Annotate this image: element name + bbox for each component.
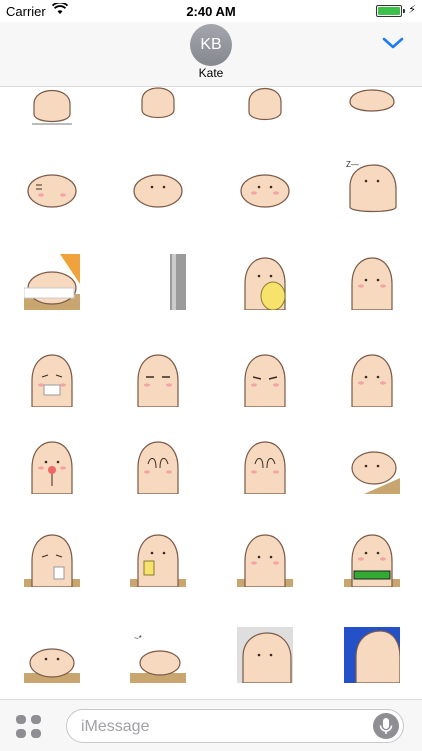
sticker-potato-spotlight-dark[interactable] <box>237 627 293 683</box>
sticker-image <box>351 451 400 494</box>
sticker-potato-at-desk-blush[interactable] <box>237 531 293 587</box>
sticker-potato-at-table-cup[interactable] <box>24 531 80 587</box>
sticker-potato-annoyed[interactable] <box>130 351 186 407</box>
sticker-grid: Z— ~* <box>0 87 422 699</box>
sticker-potato-sideways-look[interactable] <box>344 254 400 310</box>
imessage-placeholder: iMessage <box>81 718 150 735</box>
sticker-image <box>244 354 286 407</box>
sticker-image <box>351 257 393 310</box>
sticker-potato-eating-sushi[interactable] <box>344 531 400 587</box>
sticker-image <box>244 257 286 310</box>
sticker-image <box>24 534 80 587</box>
sticker-image <box>24 254 80 310</box>
app-drawer-dot <box>16 729 26 738</box>
sticker-image <box>31 441 73 494</box>
sticker-potato-pose-3[interactable] <box>237 87 293 140</box>
sticker-image <box>27 174 77 208</box>
battery-nub <box>403 9 405 13</box>
sticker-potato-crying[interactable] <box>24 351 80 407</box>
contact-name[interactable]: Kate <box>0 66 422 80</box>
sticker-image <box>349 89 395 112</box>
sticker-potato-hands-on-face[interactable] <box>237 438 293 494</box>
message-bar: iMessage <box>0 699 422 751</box>
sticker-potato-drinking-cup[interactable] <box>130 531 186 587</box>
svg-text:Z—: Z— <box>346 160 359 169</box>
sticker-potato-lying-side[interactable] <box>130 157 186 213</box>
sticker-potato-lying-blush[interactable] <box>237 157 293 213</box>
sticker-potato-covering-face[interactable] <box>130 438 186 494</box>
charging-bolt-icon: ⚡ <box>408 4 416 16</box>
sticker-potato-behind-grey-wall[interactable] <box>130 254 186 310</box>
microphone-icon[interactable] <box>373 713 399 739</box>
sticker-image <box>240 174 290 208</box>
avatar[interactable]: KB <box>190 24 232 66</box>
sticker-potato-lying-on-table[interactable] <box>344 438 400 494</box>
app-drawer-dot <box>31 715 41 724</box>
sticker-potato-pose-4[interactable] <box>344 87 400 140</box>
sticker-image <box>130 534 186 587</box>
sticker-potato-neutral[interactable] <box>344 351 400 407</box>
sticker-image <box>344 627 400 683</box>
sticker-image <box>237 534 293 587</box>
sticker-potato-blue-night[interactable] <box>344 627 400 683</box>
sticker-potato-pose-1[interactable] <box>24 87 80 140</box>
sticker-image: Z— <box>346 160 397 213</box>
battery-fill <box>378 7 400 15</box>
imessage-input[interactable]: iMessage <box>66 709 404 743</box>
status-bar: Carrier 2:40 AM ⚡ <box>0 0 422 22</box>
sticker-potato-pose-2[interactable] <box>130 87 186 140</box>
conversation-header: KB Kate <box>0 22 422 87</box>
clock-label: 2:40 AM <box>186 4 236 19</box>
sticker-image <box>24 648 80 683</box>
sticker-potato-sleeping-face[interactable] <box>24 157 80 213</box>
sticker-image <box>248 88 282 121</box>
sticker-image <box>141 87 175 119</box>
sticker-image <box>31 354 73 407</box>
sticker-potato-snoring-zzz[interactable]: Z— <box>344 157 400 213</box>
sticker-image: ~* <box>130 634 186 683</box>
sticker-potato-lying-flat[interactable] <box>24 627 80 683</box>
sticker-image <box>137 354 179 407</box>
battery-icon <box>376 5 405 17</box>
app-drawer-dot <box>16 715 26 724</box>
sticker-potato-in-bed-orange-blanket[interactable] <box>24 254 80 310</box>
sticker-image <box>170 254 186 310</box>
sticker-potato-with-lollipop[interactable] <box>24 438 80 494</box>
app-drawer-dot <box>31 729 41 738</box>
sticker-image <box>344 534 400 587</box>
sticker-image <box>137 441 179 494</box>
sticker-image <box>32 90 72 125</box>
sticker-image <box>244 441 286 494</box>
sticker-image <box>133 174 183 208</box>
sticker-potato-with-yellow-chick[interactable] <box>237 254 293 310</box>
chevron-down-icon[interactable] <box>382 36 404 50</box>
sticker-potato-frowning[interactable] <box>237 351 293 407</box>
app-drawer-icon[interactable] <box>16 715 42 739</box>
sticker-image <box>237 627 293 683</box>
sticker-image <box>351 354 393 407</box>
svg-text:~*: ~* <box>134 634 142 643</box>
sticker-potato-flat-tired[interactable]: ~* <box>130 627 186 683</box>
